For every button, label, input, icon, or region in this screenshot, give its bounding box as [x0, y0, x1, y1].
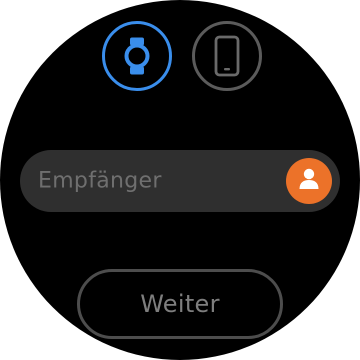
watch-icon — [123, 36, 151, 76]
contact-picker-button[interactable] — [286, 158, 332, 204]
recipient-placeholder: Empfänger — [38, 168, 162, 194]
continue-button[interactable]: Weiter — [77, 269, 283, 339]
continue-label: Weiter — [140, 290, 220, 318]
watch-screen: Empfänger Weiter — [0, 0, 360, 360]
phone-icon — [214, 35, 240, 77]
phone-source-button[interactable] — [192, 21, 262, 91]
watch-source-button[interactable] — [102, 21, 172, 91]
person-icon — [298, 167, 320, 195]
recipient-input[interactable]: Empfänger — [20, 150, 340, 212]
